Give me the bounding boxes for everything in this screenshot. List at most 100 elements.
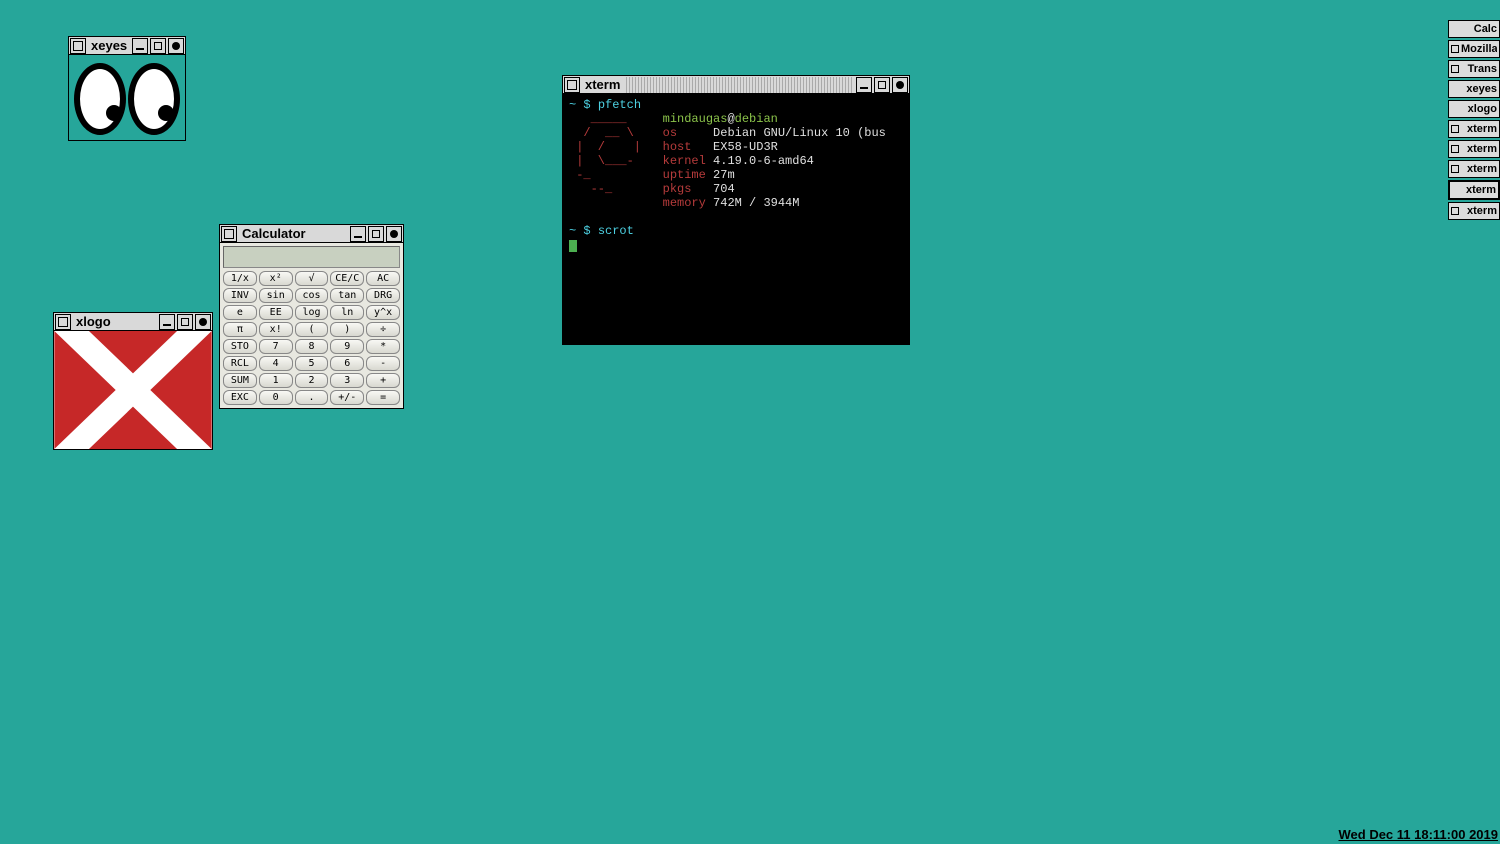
calc-button[interactable]: x! [259, 322, 293, 337]
xlogo-window[interactable]: xlogo [53, 312, 213, 450]
maximize-button[interactable] [368, 226, 384, 242]
maximize-button[interactable] [150, 38, 166, 54]
info-value: 27m [713, 168, 735, 182]
window-menu-icon[interactable] [221, 226, 237, 242]
minimize-button[interactable] [856, 77, 872, 93]
minimize-button[interactable] [132, 38, 148, 54]
xlogo-titlebar[interactable]: xlogo [54, 313, 212, 331]
task-item[interactable]: xlogo [1448, 100, 1500, 118]
calc-button[interactable]: ( [295, 322, 329, 337]
userhost-host: debian [735, 112, 778, 126]
calc-button[interactable]: ÷ [366, 322, 400, 337]
task-label: Mozilla [1461, 43, 1497, 55]
calc-button[interactable]: 2 [295, 373, 329, 388]
calculator-title: Calculator [238, 226, 349, 241]
calc-button[interactable]: AC [366, 271, 400, 286]
calc-button[interactable]: 4 [259, 356, 293, 371]
calc-button[interactable]: 5 [295, 356, 329, 371]
calc-button[interactable]: ) [330, 322, 364, 337]
calc-button[interactable]: y^x [366, 305, 400, 320]
calc-button[interactable]: 6 [330, 356, 364, 371]
task-item[interactable]: xterm [1448, 120, 1500, 138]
task-label: xterm [1461, 143, 1497, 155]
calc-button[interactable]: 8 [295, 339, 329, 354]
calc-button[interactable]: tan [330, 288, 364, 303]
calc-button[interactable]: EE [259, 305, 293, 320]
calc-button[interactable]: SUM [223, 373, 257, 388]
calc-button[interactable]: ln [330, 305, 364, 320]
task-icon [1451, 45, 1459, 53]
calc-button[interactable]: RCL [223, 356, 257, 371]
minimize-button[interactable] [159, 314, 175, 330]
calculator-window[interactable]: Calculator 1/xx²√CE/CACINVsincostanDRGeE… [219, 224, 404, 409]
window-menu-icon[interactable] [564, 77, 580, 93]
close-button[interactable] [195, 314, 211, 330]
task-icon [1451, 165, 1459, 173]
calc-button[interactable]: 0 [259, 390, 293, 405]
command: scrot [598, 224, 634, 238]
ascii-art: | \___- [569, 154, 648, 168]
task-label: Calc [1451, 23, 1497, 35]
task-list: Calc Mozilla Trans xeyes xlogo xterm xterm xter… [1448, 20, 1500, 220]
calc-button[interactable]: DRG [366, 288, 400, 303]
calc-button[interactable]: - [366, 356, 400, 371]
calc-button[interactable]: 7 [259, 339, 293, 354]
task-item[interactable]: Mozilla [1448, 40, 1500, 58]
terminal-output[interactable]: ~ $ pfetch _____ mindaugas@debian / __ \… [563, 94, 909, 344]
window-menu-icon[interactable] [70, 38, 86, 54]
xlogo-content [54, 331, 212, 449]
xterm-title: xterm [581, 77, 624, 92]
calc-button[interactable]: 9 [330, 339, 364, 354]
calculator-titlebar[interactable]: Calculator [220, 225, 403, 243]
task-item[interactable]: xterm [1448, 160, 1500, 178]
close-button[interactable] [386, 226, 402, 242]
info-value: EX58-UD3R [713, 140, 778, 154]
calc-button[interactable]: . [295, 390, 329, 405]
xterm-window[interactable]: xterm ~ $ pfetch _____ mindaugas@debian … [562, 75, 910, 345]
calc-button[interactable]: 1/x [223, 271, 257, 286]
calc-button[interactable]: CE/C [330, 271, 364, 286]
task-item[interactable]: xterm [1448, 202, 1500, 220]
task-item[interactable]: Trans [1448, 60, 1500, 78]
task-item[interactable]: xterm [1448, 180, 1500, 200]
task-item[interactable]: xeyes [1448, 80, 1500, 98]
command: pfetch [598, 98, 641, 112]
info-label: uptime [663, 168, 706, 182]
eye-right [128, 63, 180, 135]
info-label: memory [663, 196, 706, 210]
ascii-art: | / | [569, 140, 648, 154]
task-label: xeyes [1451, 83, 1497, 95]
calc-button[interactable]: EXC [223, 390, 257, 405]
minimize-button[interactable] [350, 226, 366, 242]
calc-button[interactable]: π [223, 322, 257, 337]
prompt: ~ $ [569, 224, 598, 238]
calc-button[interactable]: = [366, 390, 400, 405]
calc-button[interactable]: cos [295, 288, 329, 303]
xeyes-titlebar[interactable]: xeyes [69, 37, 185, 55]
calc-button[interactable]: e [223, 305, 257, 320]
calc-button[interactable]: √ [295, 271, 329, 286]
maximize-button[interactable] [874, 77, 890, 93]
titlebar-texture [626, 77, 853, 93]
calc-button[interactable]: x² [259, 271, 293, 286]
calc-button[interactable]: +/- [330, 390, 364, 405]
close-button[interactable] [168, 38, 184, 54]
calc-button[interactable]: log [295, 305, 329, 320]
calc-button[interactable]: STO [223, 339, 257, 354]
info-label: os [663, 126, 677, 140]
xterm-titlebar[interactable]: xterm [563, 76, 909, 94]
calc-button[interactable]: 3 [330, 373, 364, 388]
info-value: 4.19.0-6-amd64 [713, 154, 814, 168]
task-item[interactable]: xterm [1448, 140, 1500, 158]
close-button[interactable] [892, 77, 908, 93]
calc-button[interactable]: 1 [259, 373, 293, 388]
calc-button[interactable]: INV [223, 288, 257, 303]
window-menu-icon[interactable] [55, 314, 71, 330]
xeyes-window[interactable]: xeyes [68, 36, 186, 141]
calc-button[interactable]: sin [259, 288, 293, 303]
maximize-button[interactable] [177, 314, 193, 330]
task-icon [1451, 145, 1459, 153]
task-item[interactable]: Calc [1448, 20, 1500, 38]
calc-button[interactable]: * [366, 339, 400, 354]
calc-button[interactable]: + [366, 373, 400, 388]
